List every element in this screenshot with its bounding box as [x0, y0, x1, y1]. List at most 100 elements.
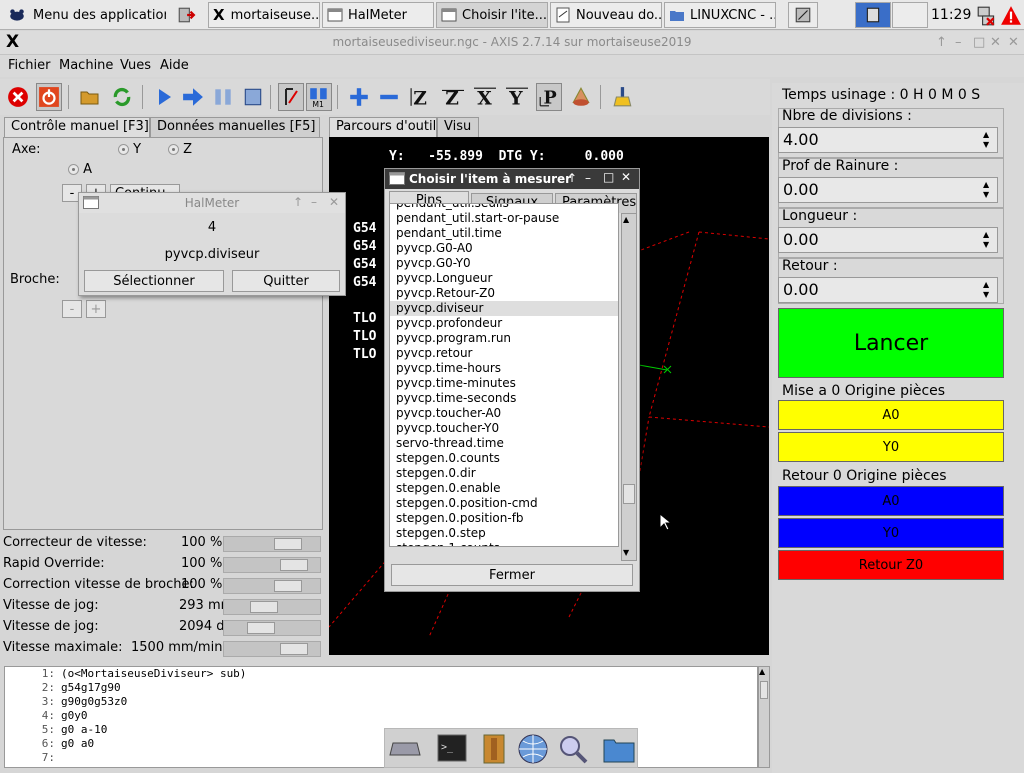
close-icon[interactable]: ✕: [621, 170, 631, 184]
workspace-3-button[interactable]: [892, 2, 928, 28]
pin-list-item[interactable]: stepgen.0.position-fb: [390, 511, 618, 526]
spin-down-icon[interactable]: ▼: [983, 140, 995, 150]
tab-visu[interactable]: Visu: [437, 117, 479, 137]
retour-a0-button[interactable]: A0: [778, 486, 1004, 516]
close-icon[interactable]: ✕: [329, 195, 339, 209]
override-slider[interactable]: [223, 578, 321, 594]
network-icon[interactable]: [976, 5, 998, 30]
close-button[interactable]: Fermer: [391, 564, 633, 586]
pin-list-item[interactable]: stepgen.0.position-cmd: [390, 496, 618, 511]
taskbar-window-halmeter[interactable]: HalMeter: [322, 2, 434, 28]
pin-list-item[interactable]: pyvcp.diviseur: [390, 301, 618, 316]
archive-icon[interactable]: [483, 734, 505, 764]
minimize-icon[interactable]: –: [585, 171, 591, 185]
zoom-in-button[interactable]: [346, 83, 372, 111]
scroll-thumb[interactable]: [623, 484, 635, 504]
pin-list-item[interactable]: pyvcp.Longueur: [390, 271, 618, 286]
pin-list-item[interactable]: pyvcp.time-seconds: [390, 391, 618, 406]
view-y-button[interactable]: Y: [504, 83, 530, 111]
slider-knob[interactable]: [280, 643, 308, 655]
pin-list-item[interactable]: stepgen.0.step: [390, 526, 618, 541]
mise-a0-button[interactable]: A0: [778, 400, 1004, 430]
spin-up-icon[interactable]: ▲: [983, 180, 995, 190]
divisions-spinbox[interactable]: 4.00 ▲ ▼: [778, 127, 998, 153]
pin-icon[interactable]: ↑: [936, 35, 947, 50]
slider-knob[interactable]: [250, 601, 278, 613]
pin-list-item[interactable]: servo-thread.time: [390, 436, 618, 451]
pause-button[interactable]: [210, 83, 236, 111]
power-button[interactable]: [36, 83, 62, 111]
tab-controle-manuel[interactable]: Contrôle manuel [F3]: [4, 117, 150, 137]
quit-button[interactable]: Quitter: [232, 270, 340, 292]
maximize-icon[interactable]: □: [973, 35, 985, 50]
override-slider[interactable]: [223, 641, 321, 657]
pin-list-item[interactable]: pyvcp.toucher-A0: [390, 406, 618, 421]
drive-icon[interactable]: [389, 737, 421, 761]
gcode-view[interactable]: 1: (o<MortaiseuseDiviseur> sub) 2: g54g17g9…: [4, 666, 758, 768]
minimize-icon[interactable]: –: [955, 35, 962, 50]
taskbar-window-linuxcnc[interactable]: LINUXCNC - ...: [664, 2, 776, 28]
extra-close-icon[interactable]: ✕: [1008, 35, 1019, 50]
logout-icon[interactable]: [172, 2, 202, 28]
block-delete-button[interactable]: [278, 83, 304, 111]
select-button[interactable]: Sélectionner: [84, 270, 224, 292]
terminal-icon[interactable]: >_: [437, 734, 467, 762]
open-file-button[interactable]: [77, 83, 103, 111]
pin-list-item[interactable]: pendant_util.time: [390, 226, 618, 241]
optional-stop-button[interactable]: M1: [306, 83, 332, 111]
slider-knob[interactable]: [247, 622, 275, 634]
slider-knob[interactable]: [274, 538, 302, 550]
estop-button[interactable]: [5, 83, 31, 111]
scroll-up-icon[interactable]: ▲: [623, 215, 629, 224]
menu-fichier[interactable]: Fichier: [8, 58, 51, 73]
spin-up-icon[interactable]: ▲: [983, 280, 995, 290]
warning-icon[interactable]: [1000, 5, 1022, 30]
rainure-spinbox[interactable]: 0.00 ▲ ▼: [778, 177, 998, 203]
tab-donnees-manuelles[interactable]: Données manuelles [F5]: [150, 117, 320, 137]
spin-up-icon[interactable]: ▲: [983, 130, 995, 140]
pin-list-item[interactable]: pyvcp.G0-Y0: [390, 256, 618, 271]
slider-knob[interactable]: [274, 580, 302, 592]
pin-list-item[interactable]: pyvcp.time-minutes: [390, 376, 618, 391]
search-icon[interactable]: [557, 733, 589, 765]
override-slider[interactable]: [223, 536, 321, 552]
spin-down-icon[interactable]: ▼: [983, 190, 995, 200]
pin-list-item[interactable]: stepgen.0.counts: [390, 451, 618, 466]
rotate-view-button[interactable]: [568, 83, 594, 111]
workspace-2-button[interactable]: [855, 2, 891, 28]
pin-list-item[interactable]: stepgen.1.counts: [390, 541, 618, 546]
retour-spinbox[interactable]: 0.00 ▲ ▼: [778, 277, 998, 303]
pin-list-item[interactable]: pyvcp.Retour-Z0: [390, 286, 618, 301]
pin-list-scrollbar[interactable]: ▲ ▼: [621, 213, 637, 561]
pin-list-item[interactable]: stepgen.0.dir: [390, 466, 618, 481]
axis-y-radio[interactable]: Y: [118, 142, 141, 157]
reload-button[interactable]: [109, 83, 135, 111]
pin-list-item[interactable]: pyvcp.profondeur: [390, 316, 618, 331]
minimize-icon[interactable]: –: [311, 195, 317, 209]
view-z2-button[interactable]: Z: [440, 83, 466, 111]
menu-machine[interactable]: Machine: [59, 58, 113, 73]
pin-icon[interactable]: ↑: [567, 171, 577, 185]
clear-plot-button[interactable]: [610, 83, 636, 111]
longueur-spinbox[interactable]: 0.00 ▲ ▼: [778, 227, 998, 253]
spindle-plus-button[interactable]: +: [86, 300, 106, 318]
taskbar-window-document[interactable]: Nouveau do...: [550, 2, 662, 28]
scroll-thumb[interactable]: [760, 681, 768, 699]
menu-vues[interactable]: Vues: [120, 58, 151, 73]
axis-z-radio[interactable]: Z: [168, 142, 192, 157]
pin-list-item[interactable]: pendant_util.seuils: [390, 204, 618, 211]
retour-z0-button[interactable]: Retour Z0: [778, 550, 1004, 580]
taskbar-window-chooser[interactable]: Choisir l'ite...: [436, 2, 548, 28]
override-slider[interactable]: [223, 599, 321, 615]
gcode-scrollbar[interactable]: ▲: [758, 666, 770, 768]
workspace-1-button[interactable]: [788, 2, 818, 28]
pin-list[interactable]: pendant_util.seuils pendant_util.start-or…: [389, 203, 619, 547]
stop-button[interactable]: [240, 83, 266, 111]
close-icon[interactable]: ✕: [990, 35, 1001, 50]
scroll-up-icon[interactable]: ▲: [759, 667, 765, 676]
scroll-down-icon[interactable]: ▼: [623, 548, 629, 557]
apps-menu-button[interactable]: Menu des applications: [2, 2, 166, 28]
retour-y0-button[interactable]: Y0: [778, 518, 1004, 548]
step-button[interactable]: [180, 83, 206, 111]
pin-list-item[interactable]: pyvcp.time-hours: [390, 361, 618, 376]
